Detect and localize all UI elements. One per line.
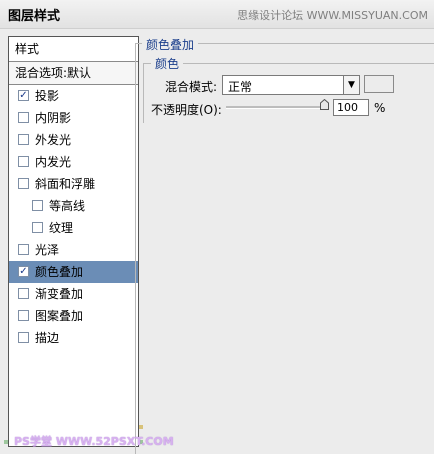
checkbox-icon[interactable] [18,310,29,321]
watermark-bottom: PS学堂 WWW.52PSXT.COM [14,433,174,449]
opacity-slider-track[interactable] [226,106,329,109]
checkbox-icon[interactable] [18,134,29,145]
watermark-top: 思缘设计论坛 WWW.MISSYUAN.COM [237,9,428,22]
style-item-label: 颜色叠加 [35,265,84,279]
styles-header[interactable]: 样式 [9,37,138,62]
style-item[interactable]: 描边 [9,327,138,349]
style-item[interactable]: 内发光 [9,151,138,173]
chevron-down-icon[interactable]: ▼ [343,76,359,94]
checkbox-icon[interactable] [18,332,29,343]
style-item[interactable]: ✓ 颜色叠加 [9,261,138,283]
style-item-label: 投影 [35,89,60,103]
color-overlay-title: 颜色叠加 [142,36,199,53]
window-title: 图层样式 [8,9,61,24]
style-item[interactable]: 光泽 [9,239,138,261]
corner-mark-icon [139,425,143,429]
style-item-label: 等高线 [49,199,86,213]
color-subgroup-title: 颜色 [151,55,184,72]
style-item-label: 外发光 [35,133,72,147]
blend-mode-label: 混合模式: [165,80,218,94]
opacity-unit: % [374,101,386,115]
style-item-label: 渐变叠加 [35,287,84,301]
style-item[interactable]: 等高线 [9,195,138,217]
style-item-label: 图案叠加 [35,309,84,323]
checkbox-icon[interactable] [32,222,43,233]
blend-mode-select[interactable]: 正常 ▼ [222,75,360,95]
style-item-label: 描边 [35,331,60,345]
checkbox-icon[interactable] [18,244,29,255]
color-swatch[interactable] [364,75,394,93]
watermark-bottom-text: PS学堂 WWW.52PSXT.COM [14,435,174,448]
style-items: ✓ 投影内阴影外发光内发光斜面和浮雕等高线纹理光泽 ✓ 颜色叠加渐变叠加图案叠加描边 [9,85,138,349]
style-item-label: 纹理 [49,221,74,235]
style-item-label: 内阴影 [35,111,72,125]
style-item-label: 内发光 [35,155,72,169]
checkbox-icon[interactable] [32,200,43,211]
style-item[interactable]: 渐变叠加 [9,283,138,305]
checkbox-icon[interactable] [18,178,29,189]
opacity-slider-thumb-icon[interactable] [320,99,329,110]
checkbox-icon[interactable] [18,112,29,123]
checkbox-icon[interactable] [18,156,29,167]
title-bar: 图层样式 思缘设计论坛 WWW.MISSYUAN.COM [0,0,434,29]
blend-mode-value: 正常 [228,80,253,94]
styles-list: 样式 混合选项:默认 ✓ 投影内阴影外发光内发光斜面和浮雕等高线纹理光泽 ✓ 颜色叠加… [8,36,139,447]
style-item[interactable]: 纹理 [9,217,138,239]
style-item[interactable]: ✓ 投影 [9,85,138,107]
corner-mark-icon [4,440,8,444]
style-item[interactable]: 斜面和浮雕 [9,173,138,195]
checkbox-icon[interactable] [18,288,29,299]
style-item[interactable]: 内阴影 [9,107,138,129]
style-item[interactable]: 图案叠加 [9,305,138,327]
style-item[interactable]: 外发光 [9,129,138,151]
style-item-label: 光泽 [35,243,60,257]
style-item-label: 斜面和浮雕 [35,177,96,191]
checkbox-checked-icon[interactable]: ✓ [18,90,29,101]
opacity-input[interactable]: 100 [333,99,369,116]
blend-options-row[interactable]: 混合选项:默认 [9,62,138,85]
checkbox-checked-icon[interactable]: ✓ [18,266,29,277]
opacity-label: 不透明度(O): [151,103,222,117]
